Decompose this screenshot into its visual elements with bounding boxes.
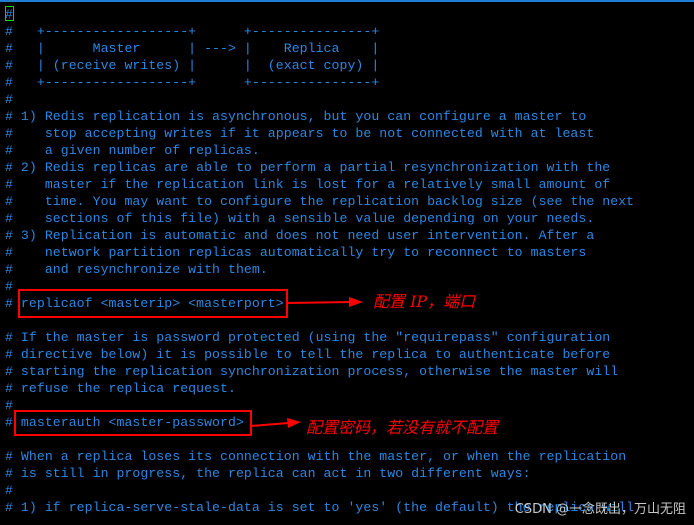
terminal-line: # stop accepting writes if it appears to… xyxy=(5,126,595,141)
terminal-line: # time. You may want to configure the re… xyxy=(5,194,635,209)
terminal-line: # sections of this file) with a sensible… xyxy=(5,211,595,226)
terminal-line: # 2) Redis replicas are able to perform … xyxy=(5,160,611,175)
masterauth-arrow-icon xyxy=(251,418,301,428)
terminal-line: # refuse the replica request. xyxy=(5,381,236,396)
terminal-output[interactable]: # # +------------------+ +--------------… xyxy=(5,6,634,516)
terminal-line: # 3) Replication is automatic and does n… xyxy=(5,228,595,243)
terminal-line: # | (receive writes) | | (exact copy) | xyxy=(5,58,380,73)
masterauth-highlight-box xyxy=(14,410,252,436)
replicaof-highlight-box xyxy=(18,289,288,318)
csdn-watermark: CSDN @一念既出，万山无阻 xyxy=(514,502,686,517)
terminal-line: # xyxy=(5,7,13,22)
replicaof-arrow-icon xyxy=(287,297,363,307)
replicaof-note: 配置 IP，端口 xyxy=(373,292,476,311)
terminal-line: # and resynchronize with them. xyxy=(5,262,268,277)
terminal-line: # When a replica loses its connection wi… xyxy=(5,449,627,464)
terminal-line: # a given number of replicas. xyxy=(5,143,260,158)
terminal-line: # If the master is password protected (u… xyxy=(5,330,611,345)
terminal-line: # xyxy=(5,92,13,107)
terminal-line: # starting the replication synchronizati… xyxy=(5,364,619,379)
terminal-line: # +------------------+ +---------------+ xyxy=(5,24,380,39)
terminal-line: # is still in progress, the replica can … xyxy=(5,466,531,481)
terminal-line: # network partition replicas automatical… xyxy=(5,245,587,260)
terminal-line: # xyxy=(5,483,13,498)
terminal-line: # 1) Redis replication is asynchronous, … xyxy=(5,109,587,124)
terminal-line: # +------------------+ +---------------+ xyxy=(5,75,380,90)
masterauth-note: 配置密码，若没有就不配置 xyxy=(306,418,499,437)
text-cursor xyxy=(5,6,14,21)
terminal-line: # master if the replication link is lost… xyxy=(5,177,611,192)
window-top-border xyxy=(0,0,694,2)
terminal-line: # directive below) it is possible to tel… xyxy=(5,347,611,362)
terminal-line: # | Master | ---> | Replica | xyxy=(5,41,380,56)
